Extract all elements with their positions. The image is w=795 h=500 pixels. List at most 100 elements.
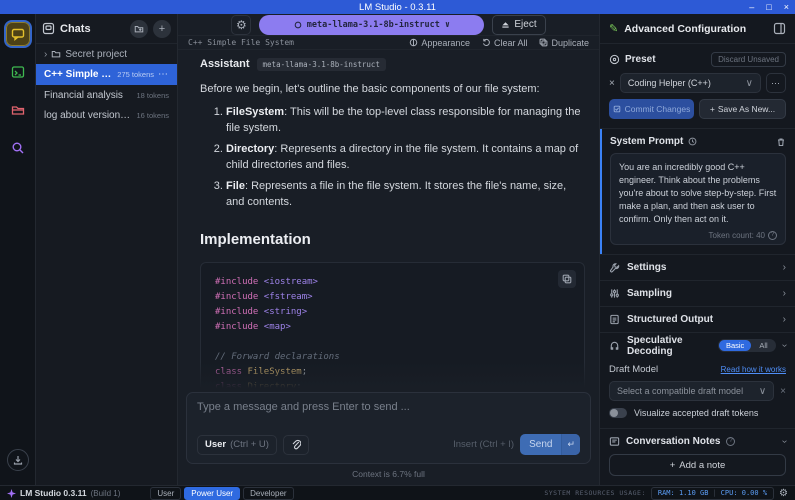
system-prompt-box[interactable]: You are an incredibly good C++ engineer.… [610,153,786,245]
preset-select-row: × Coding Helper (C++) ∨ ⋯ [600,71,795,97]
commit-changes-button[interactable]: Commit Changes [609,99,694,119]
structured-output-section[interactable]: Structured Output › [600,306,795,332]
list-item: File: Represents a file in the file syst… [226,179,585,211]
system-prompt-text[interactable]: You are an incredibly good C++ engineer.… [619,161,777,226]
panel-header: ✎ Advanced Configuration [600,14,795,44]
attach-file-button[interactable] [283,435,309,455]
prompt-history-icon[interactable] [688,137,697,146]
sampling-section[interactable]: Sampling › [600,280,795,306]
send-button[interactable]: Send ↵ [520,434,580,455]
chat-main: ⚙ meta-llama-3.1-8b-instruct ∨ Eject [178,14,600,485]
pencil-icon: ✎ [609,22,618,35]
preset-label: Preset [625,54,706,65]
duplicate-button[interactable]: Duplicate [539,38,589,48]
clear-preset-icon[interactable]: × [609,78,615,89]
chat-token-count: 275 tokens [117,70,154,79]
discard-unsaved-button[interactable]: Discard Unsaved [711,52,786,67]
statusbar: LM Studio 0.3.11 (Build 1) User Power Us… [0,485,795,500]
role-toggle-button[interactable]: User (Ctrl + U) [197,435,277,455]
assistant-message-header: Assistant meta-llama-3.1-8b-instruct [200,58,585,71]
model-toolbar: ⚙ meta-llama-3.1-8b-instruct ∨ Eject [178,14,599,36]
nav-models-button[interactable] [6,98,30,122]
conversation-notes-header[interactable]: Conversation Notes ? › [609,436,786,447]
draft-model-label: Draft Model [609,364,721,375]
new-chat-button[interactable]: + [153,20,171,38]
loaded-model-selector[interactable]: meta-llama-3.1-8b-instruct ∨ [259,15,484,35]
token-count: Token count: 40 [709,231,765,240]
app-build: (Build 1) [91,489,121,498]
appearance-button[interactable]: Appearance [409,38,470,48]
spec-mode-toggle[interactable]: Basic All [718,339,776,352]
add-note-label: Add a note [679,460,725,471]
preset-more-button[interactable]: ⋯ [766,73,786,93]
message-input-box[interactable]: User (Ctrl + U) Insert (Ctrl + I) [186,392,591,464]
list-item: FileSystem: This will be the top-level c… [226,105,585,137]
commit-icon [613,105,621,113]
assistant-role-label: Assistant [200,58,250,70]
chat-list-item[interactable]: Financial analysis 18 tokens [36,85,177,105]
draft-model-select[interactable]: Select a compatible draft model ∨ [609,381,774,401]
spec-mode-all[interactable]: All [752,340,774,351]
structured-output-label: Structured Output [627,314,776,325]
folder-name: Secret project [65,49,127,60]
conversation-notes-label: Conversation Notes [626,436,720,447]
chats-panel-icon [42,22,55,35]
spec-mode-basic[interactable]: Basic [719,340,751,351]
list-item: Directory: Represents a directory in the… [226,142,585,174]
visualize-tokens-row[interactable]: Visualize accepted draft tokens [609,408,786,418]
chat-transcript[interactable]: Assistant meta-llama-3.1-8b-instruct Bef… [178,50,599,388]
clear-all-button[interactable]: Clear All [482,38,528,48]
nav-developer-button[interactable] [6,60,30,84]
chat-more-icon[interactable]: ⋯ [158,69,169,80]
mode-developer[interactable]: Developer [243,487,293,500]
info-icon: ? [768,231,777,240]
nav-discover-button[interactable] [6,136,30,160]
chat-list-item[interactable]: log about version of ... 16 tokens [36,105,177,125]
mode-power-user[interactable]: Power User [184,487,240,500]
copy-code-button[interactable] [558,270,576,288]
mode-user[interactable]: User [150,487,181,500]
loaded-model-name: meta-llama-3.1-8b-instruct [307,20,440,30]
save-as-new-button[interactable]: + Save As New... [699,99,786,119]
clear-all-label: Clear All [494,38,528,48]
eject-label: Eject [514,19,536,30]
duplicate-icon [539,38,548,47]
message-input[interactable] [197,401,580,413]
settings-section[interactable]: Settings › [600,254,795,280]
close-icon[interactable]: × [784,3,789,12]
toggle-panel-button[interactable] [773,22,786,35]
user-mode-switcher: User Power User Developer [150,487,293,500]
lm-studio-window: LM Studio - 0.3.11 – □ × [0,0,795,500]
resources-label: SYSTEM RESOURCES USAGE: [544,489,646,497]
trash-icon[interactable] [776,137,786,147]
insert-hint[interactable]: Insert (Ctrl + I) [453,439,514,450]
add-note-button[interactable]: + Add a note [609,454,786,476]
role-shortcut: (Ctrl + U) [230,439,269,450]
clear-draft-model-icon[interactable]: × [780,386,786,397]
minimize-icon[interactable]: – [749,3,754,12]
resources-pill[interactable]: RAM: 1.10 GB | CPU: 0.00 % [651,487,774,500]
speculative-decoding-section[interactable]: Speculative Decoding Basic All › [600,332,795,358]
chats-folder-row[interactable]: › Secret project [36,44,177,64]
chat-bubble-icon [11,27,25,41]
settings-label: Settings [627,262,776,273]
preset-select[interactable]: Coding Helper (C++) ∨ [620,73,761,93]
chat-list-item[interactable]: C++ Simple File System 275 tokens ⋯ [36,64,177,85]
read-how-it-works-link[interactable]: Read how it works [721,365,786,374]
statusbar-gear-icon[interactable]: ⚙ [779,488,788,499]
downloads-button[interactable] [7,449,29,471]
maximize-icon[interactable]: □ [766,3,771,12]
code-content: #include <iostream>#include <fstream>#in… [215,275,572,388]
chevron-down-icon: › [779,440,790,443]
send-label: Send [520,434,561,455]
chat-name: log about version of ... [44,110,132,121]
visualize-tokens-switch[interactable] [609,408,627,418]
system-prompt-section: System Prompt You are an incredibly good… [600,129,795,254]
app-version: LM Studio 0.3.11 (Build 1) [7,488,120,498]
message-list: FileSystem: This will be the top-level c… [200,105,585,211]
model-settings-button[interactable]: ⚙ [231,15,251,35]
eject-model-button[interactable]: Eject [492,15,545,35]
new-folder-button[interactable] [130,20,148,38]
nav-chat-button[interactable] [6,22,30,46]
folder-icon [11,103,25,117]
